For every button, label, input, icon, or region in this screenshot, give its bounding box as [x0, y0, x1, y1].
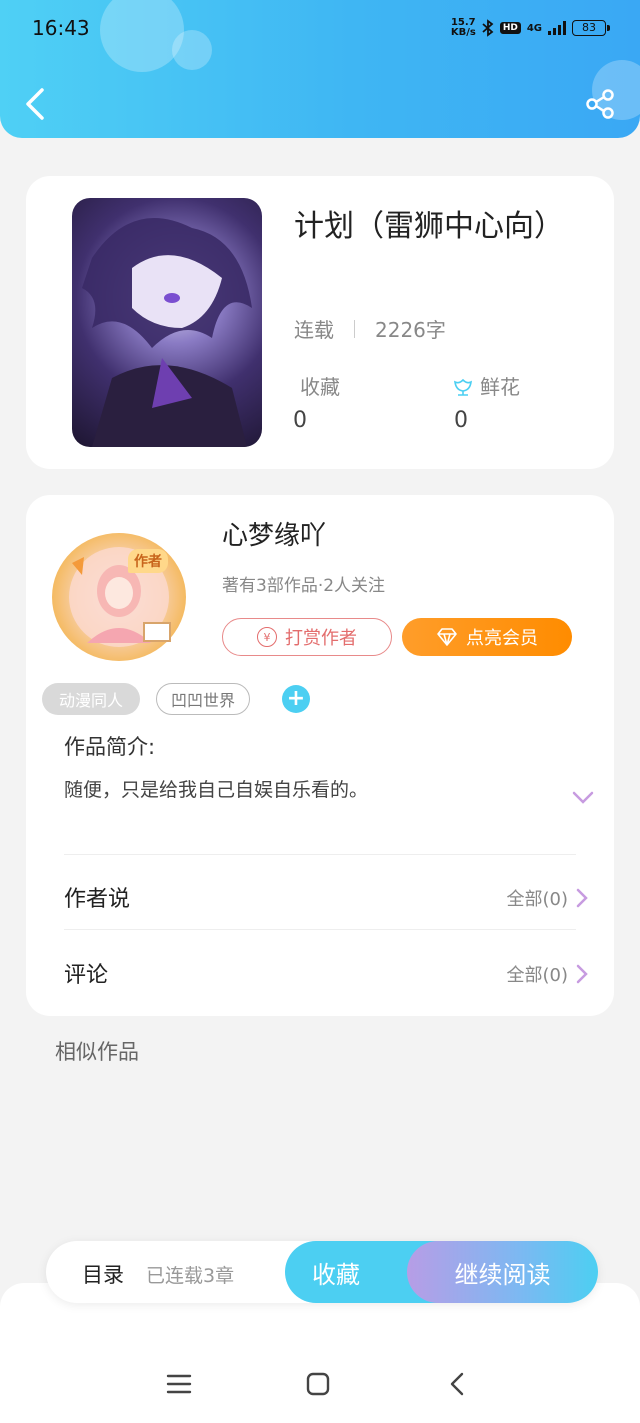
divider: [64, 929, 576, 930]
bluetooth-icon: [482, 19, 494, 37]
top-header: 16:43 15.7 KB/s HD 4G 83: [0, 0, 640, 138]
flower-stat-label[interactable]: 鲜花: [452, 371, 520, 400]
battery-icon: 83: [572, 20, 610, 36]
book-cover[interactable]: [72, 198, 262, 447]
book-title: 计划（雷狮中心向）: [294, 209, 564, 244]
tip-author-label: 打赏作者: [285, 628, 357, 649]
book-info-card: 计划（雷狮中心向） 连载 2226字 收藏 0 鲜花 0: [26, 176, 614, 469]
status-bar: 16:43 15.7 KB/s HD 4G 83: [32, 16, 610, 44]
author-badge: 作者: [128, 549, 168, 573]
author-avatar[interactable]: 作者: [52, 533, 186, 661]
favorite-label: 收藏: [312, 1260, 360, 1289]
yuan-coin-icon: ¥: [257, 627, 277, 647]
intro-label: 作品简介:: [64, 735, 156, 759]
comments-title[interactable]: 评论: [64, 957, 108, 989]
author-says-title[interactable]: 作者说: [64, 881, 130, 913]
bottom-panel: [0, 1283, 640, 1423]
continue-reading-button[interactable]: 继续阅读: [407, 1241, 598, 1303]
battery-level: 83: [582, 21, 596, 34]
tag-anime-fanfic[interactable]: 动漫同人: [42, 683, 140, 715]
toc-button[interactable]: 目录: [82, 1259, 124, 1289]
flower-icon: [454, 378, 472, 396]
divider: [64, 854, 576, 855]
comments-link[interactable]: 全部(0): [507, 961, 589, 987]
vip-label: 点亮会员: [466, 628, 538, 649]
author-card: 作者 心梦缘吖 著有3部作品·2人关注 ¥ 打赏作者 点亮会员 动漫同人 凹凹世…: [26, 495, 614, 1016]
vip-button[interactable]: 点亮会员: [402, 618, 572, 656]
net-speed-unit: KB/s: [450, 27, 476, 38]
net-speed: 15.7 KB/s: [451, 18, 476, 38]
collect-label: 收藏: [300, 375, 340, 399]
network-type: 4G: [526, 22, 542, 34]
collect-count: 0: [293, 408, 307, 433]
tag-aotu-world[interactable]: 凹凹世界: [156, 683, 250, 715]
collect-stat-label: 收藏: [300, 371, 340, 400]
author-name[interactable]: 心梦缘吖: [222, 515, 326, 552]
book-meta: 连载 2226字: [294, 314, 446, 343]
flower-label: 鲜花: [480, 375, 520, 399]
similar-works-heading: 相似作品: [55, 1040, 139, 1064]
signal-icon: [548, 21, 566, 35]
author-says-count: 全部(0): [506, 889, 569, 910]
share-icon[interactable]: [584, 88, 616, 120]
home-icon[interactable]: [304, 1370, 332, 1398]
author-says-link[interactable]: 全部(0): [507, 885, 589, 911]
meta-divider: [354, 319, 355, 338]
continue-reading-label: 继续阅读: [454, 1260, 551, 1289]
tip-author-button[interactable]: ¥ 打赏作者: [222, 618, 392, 656]
menu-icon[interactable]: [165, 1370, 193, 1398]
bottom-action-bar: 目录 已连载3章 收藏 继续阅读: [46, 1241, 598, 1303]
book-word-count: 2226字: [375, 318, 446, 342]
intro-text: 随便，只是给我自己自娱自乐看的。: [64, 779, 369, 801]
book-status: 连载: [294, 318, 334, 342]
diamond-icon: [437, 628, 457, 646]
chevron-right-icon: [576, 964, 588, 984]
hd-icon: HD: [499, 22, 521, 34]
comments-count: 全部(0): [506, 965, 569, 986]
flower-count: 0: [454, 408, 468, 433]
status-time: 16:43: [32, 16, 90, 40]
author-info: 著有3部作品·2人关注: [222, 576, 386, 596]
cover-artwork: [82, 218, 252, 447]
chevron-right-icon: [576, 888, 588, 908]
add-tag-button[interactable]: +: [282, 685, 310, 713]
system-back-icon[interactable]: [444, 1370, 472, 1398]
back-icon[interactable]: [22, 86, 52, 122]
chapter-count[interactable]: 已连载3章: [146, 1261, 234, 1288]
chevron-down-icon[interactable]: [572, 791, 594, 805]
